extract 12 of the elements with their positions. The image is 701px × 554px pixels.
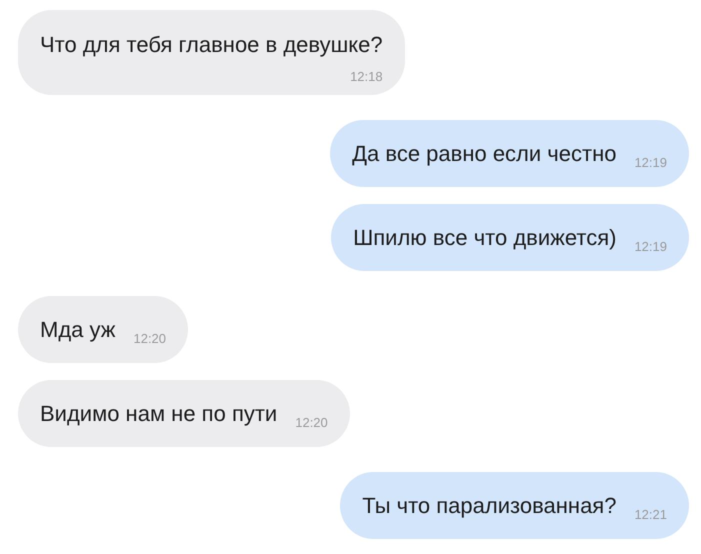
message-text: Видимо нам не по пути — [40, 400, 278, 428]
message-time: 12:21 — [634, 506, 667, 524]
message-text: Мда уж — [40, 316, 116, 344]
message-text: Шпилю все что движется) — [353, 224, 616, 252]
message-time: 12:20 — [295, 414, 328, 432]
message-text: Да все равно если честно — [352, 140, 616, 168]
message-text: Ты что парализованная? — [362, 492, 616, 520]
message-time: 12:19 — [634, 238, 667, 256]
message-time: 12:20 — [133, 330, 166, 348]
message-text: Что для тебя главное в девушке? — [40, 32, 383, 57]
message-time: 12:18 — [349, 68, 383, 86]
message-time: 12:19 — [634, 154, 667, 172]
